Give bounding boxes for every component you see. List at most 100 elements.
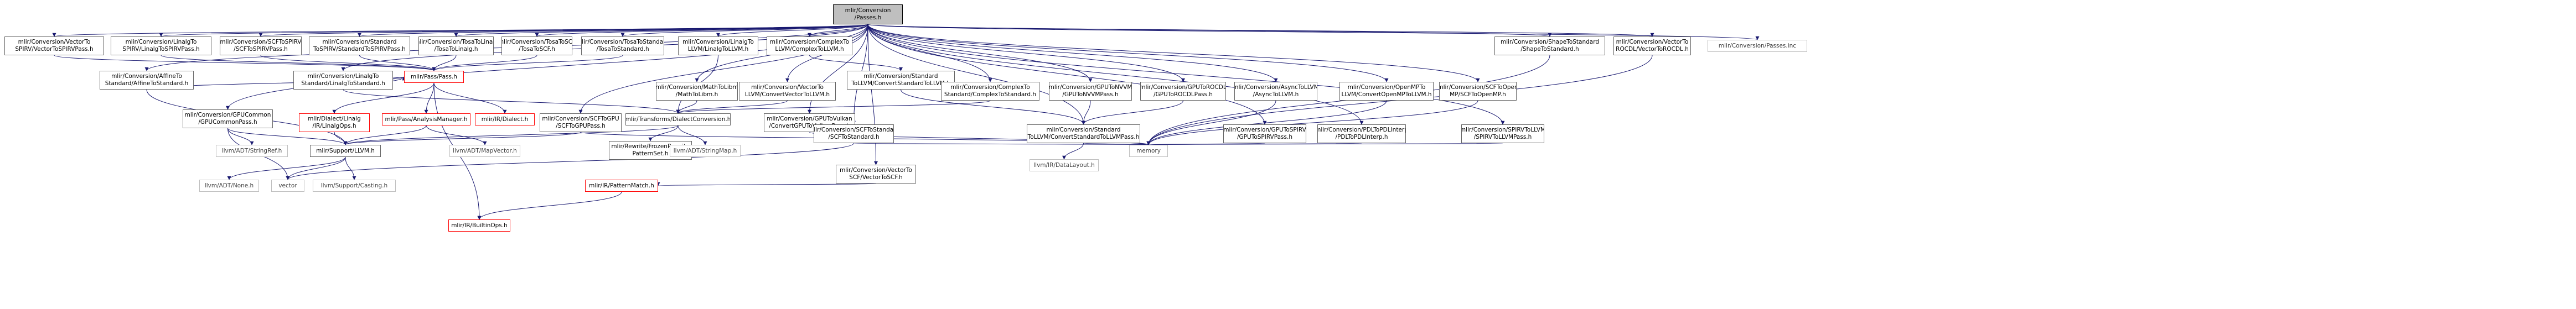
node-mlir-conversion-openmptollvm-convertopenmptollvm-h[interactable]: mlir/Conversion/OpenMPTo LLVM/ConvertOpen… xyxy=(1339,82,1434,101)
node-mlir-conversion-vectortospirv-vectortospirvpass-h[interactable]: mlir/Conversion/VectorTo SPIRV/VectorToSP… xyxy=(4,36,104,55)
node-label-line: mlir/Conversion/VectorTo xyxy=(18,39,91,45)
node-llvm-adt-stringmap-h: llvm/ADT/StringMap.h xyxy=(670,145,741,157)
node-mlir-pass-pass-h[interactable]: mlir/Pass/Pass.h xyxy=(404,71,464,83)
node-mlir-conversion-linalgtollvm-linalgtollvm-h[interactable]: mlir/Conversion/LinalgTo LLVM/LinalgToLLV… xyxy=(678,36,758,55)
node-mlir-transforms-dialectconversion-h[interactable]: mlir/Transforms/DialectConversion.h xyxy=(625,113,731,125)
node-mlir-conversion-scftoopenmp-scftoopenmp-h[interactable]: mlir/Conversion/SCFToOpen MP/SCFToOpenMP.… xyxy=(1439,82,1517,101)
node-mlir-ir-patternmatch-h[interactable]: mlir/IR/PatternMatch.h xyxy=(585,180,658,192)
node-label-line: SPIRV/LinalgToSPIRVPass.h xyxy=(122,46,200,53)
node-label-line: LLVM/ConvertOpenMPToLLVM.h xyxy=(1341,91,1432,98)
node-label-line: mlir/IR/Dialect.h xyxy=(481,116,529,123)
edge-n38-to-n47 xyxy=(345,156,356,180)
node-mlir-conversion-standardtollvm-convertstandardtollvm-h[interactable]: mlir/Conversion/Standard ToLLVM/ConvertSt… xyxy=(847,71,955,90)
node-mlir-conversion-scftospirv-scftospirvpass-h[interactable]: mlir/Conversion/SCFToSPIRV/SCFToSPIRVPas… xyxy=(220,36,302,55)
node-mlir-conversion-vectortollvm-convertvectortollvm-h[interactable]: mlir/Conversion/VectorTo LLVM/ConvertVect… xyxy=(739,82,836,101)
node-mlir-conversion-standardtospirv-standardtospirvpass-h[interactable]: mlir/Conversion/Standard ToSPIRV/Standard… xyxy=(309,36,410,55)
node-label-line: mlir/Conversion/TosaToLinalg xyxy=(419,39,493,45)
edge-n15-to-n28 xyxy=(433,82,507,114)
node-label-line: mlir/Conversion/AffineTo xyxy=(111,73,182,80)
edge-n0-to-n2 xyxy=(159,24,868,37)
node-mlir-conversion-tosatoscf-tosatoscf-h[interactable]: mlir/Conversion/TosaToSCF/TosaToSCF.h xyxy=(501,36,572,55)
node-mlir-conversion-scftogpu-scftogpupass-h[interactable]: mlir/Conversion/SCFToGPU/SCFToGPUPass.h xyxy=(540,113,622,132)
node-label-line: mlir/Conversion/Passes.inc xyxy=(1718,42,1797,49)
node-label-line: /ShapeToStandard.h xyxy=(1520,46,1579,53)
node-mlir-conversion-passes-inc: mlir/Conversion/Passes.inc xyxy=(1708,40,1807,52)
node-mlir-conversion-asynctollvm-asynctollvm-h[interactable]: mlir/Conversion/AsyncToLLVM/AsyncToLLVM.… xyxy=(1234,82,1317,101)
node-label-line: llvm/Support/Casting.h xyxy=(320,182,388,189)
node-mlir-conversion-gputorocdl-gputorocdlpass-h[interactable]: mlir/Conversion/GPUToROCDL/GPUToROCDLPas… xyxy=(1140,82,1226,101)
node-label-line: /GPUToROCDLPass.h xyxy=(1153,91,1213,98)
node-llvm-support-casting-h: llvm/Support/Casting.h xyxy=(313,180,396,192)
node-label-line: LLVM/ComplexToLLVM.h xyxy=(775,46,844,53)
node-mlir-ir-builtinops-h[interactable]: mlir/IR/BuiltinOps.h xyxy=(448,219,510,232)
node-mlir-conversion-gputospirv-gputospirvpass-h[interactable]: mlir/Conversion/GPUToSPIRV/GPUToSPIRVPas… xyxy=(1223,124,1306,143)
node-label-line: /GPUCommonPass.h xyxy=(198,119,257,125)
node-label-line: mlir/Transforms/DialectConversion.h xyxy=(625,116,731,123)
node-label-line: llvm/ADT/StringMap.h xyxy=(673,147,737,154)
edge-n17-to-n30 xyxy=(676,100,788,114)
edge-n14-to-n30 xyxy=(343,89,680,114)
node-label-line: /GPUToSPIRVPass.h xyxy=(1237,134,1292,140)
edge-n24-to-n43 xyxy=(1146,100,1478,145)
node-mlir-conversion-standardtollvm-convertstandardtollvmpass-h[interactable]: mlir/Conversion/Standard ToLLVM/ConvertSt… xyxy=(1027,124,1140,143)
node-label-line: ToSPIRV/StandardToSPIRVPass.h xyxy=(313,46,406,53)
node-label-line: mlir/Conversion/AsyncToLLVM xyxy=(1234,84,1317,91)
node-label-line: /AsyncToLLVM.h xyxy=(1253,91,1299,98)
node-label-line: mlir/Conversion/SCFToSPIRV xyxy=(220,39,302,45)
node-label-line: /SPIRVToLLVMPass.h xyxy=(1473,134,1532,140)
node-mlir-conversion-affinetostandard-affinetostandard-h[interactable]: mlir/Conversion/AffineTo Standard/AffineT… xyxy=(100,71,194,90)
node-llvm-adt-mapvector-h: llvm/ADT/MapVector.h xyxy=(449,145,520,157)
node-mlir-conversion-linalgtospirv-linalgtospirvpass-h[interactable]: mlir/Conversion/LinalgTo SPIRV/LinalgToSP… xyxy=(111,36,211,55)
node-label-line: mlir/Conversion/TosaToSCF xyxy=(501,39,572,45)
node-mlir-conversion-complextollvm-complextollvm-h[interactable]: mlir/Conversion/ComplexTo LLVM/ComplexToL… xyxy=(767,36,852,55)
node-label-line: mlir/Conversion/PDLToPDLInterp xyxy=(1317,127,1406,133)
node-label-line: memory xyxy=(1136,147,1161,154)
node-mlir-conversion-shapetostandard-shapetostandard-h[interactable]: mlir/Conversion/ShapeToStandard/ShapeToS… xyxy=(1494,36,1605,55)
node-label-line: Standard/ComplexToStandard.h xyxy=(944,91,1037,98)
edge-n0-to-n11 xyxy=(867,24,1654,37)
node-mlir-conversion-vectortoscf-vectortoscf-h[interactable]: mlir/Conversion/VectorTo SCF/VectorToSCF.… xyxy=(836,165,916,184)
node-mlir-conversion-linalgtostandard-linalgtostandard-h[interactable]: mlir/Conversion/LinalgTo Standard/LinalgT… xyxy=(293,71,393,90)
node-mlir-conversion-vectortorocdl-vectortorocdl-h[interactable]: mlir/Conversion/VectorTo ROCDL/VectorToRO… xyxy=(1613,36,1691,55)
edge-n3-to-n15 xyxy=(260,55,436,71)
node-label-line: mlir/Conversion/LinalgTo xyxy=(307,73,379,80)
node-label-line: mlir/Conversion xyxy=(845,7,891,14)
node-label-line: mlir/Conversion/ShapeToStandard xyxy=(1500,39,1600,45)
node-mlir-conversion-complextostandard-complextostandard-h[interactable]: mlir/Conversion/ComplexTo Standard/Comple… xyxy=(941,82,1039,101)
edge-n0-to-n3 xyxy=(259,24,868,37)
node-mlir-conversion-tosatostandard-tosatostandard-h[interactable]: mlir/Conversion/TosaToStandard/TosaToSta… xyxy=(581,36,664,55)
node-label-line: mlir/Conversion/SCFToStandard xyxy=(814,127,894,133)
node-label-line: ToLLVM/ConvertStandardToLLVMPass.h xyxy=(1027,134,1140,140)
node-label-line: vector xyxy=(278,182,297,189)
node-label-line: mlir/Pass/AnalysisManager.h xyxy=(385,116,468,123)
node-mlir-dialect-linalg-ir-linalgops-h[interactable]: mlir/Dialect/Linalg/IR/LinalgOps.h xyxy=(299,113,370,132)
root-node: mlir/Conversion/Passes.h xyxy=(833,4,903,24)
node-label-line: mlir/Pass/Pass.h xyxy=(411,73,457,80)
node-mlir-conversion-mathtolibm-mathtolibm-h[interactable]: mlir/Conversion/MathToLibm/MathToLibm.h xyxy=(656,82,738,101)
node-label-line: SCF/VectorToSCF.h xyxy=(849,174,903,181)
node-label-line: mlir/IR/BuiltinOps.h xyxy=(451,222,508,229)
node-label-line: /SCFToSPIRVPass.h xyxy=(234,46,288,53)
node-label-line: /SCFToGPUPass.h xyxy=(556,123,606,129)
node-label-line: mlir/Conversion/VectorTo xyxy=(840,167,912,174)
node-mlir-conversion-pdltopdlinterp-pdltopdlinterp-h[interactable]: mlir/Conversion/PDLToPDLInterp/PDLToPDLI… xyxy=(1317,124,1406,143)
node-mlir-conversion-gpucommon-gpucommonpass-h[interactable]: mlir/Conversion/GPUCommon/GPUCommonPass.… xyxy=(183,109,273,128)
node-mlir-ir-dialect-h[interactable]: mlir/IR/Dialect.h xyxy=(475,113,535,125)
node-label-line: mlir/Conversion/GPUToROCDL xyxy=(1140,84,1226,91)
node-label-line: llvm/ADT/None.h xyxy=(204,182,254,189)
node-vector: vector xyxy=(271,180,304,192)
node-mlir-conversion-spirvtollvm-spirvtollvmpass-h[interactable]: mlir/Conversion/SPIRVToLLVM/SPIRVToLLVMP… xyxy=(1461,124,1544,143)
node-llvm-adt-none-h: llvm/ADT/None.h xyxy=(199,180,259,192)
node-label-line: mlir/Conversion/Standard xyxy=(322,39,397,45)
node-label-line: mlir/Conversion/GPUToNVVM xyxy=(1049,84,1132,91)
node-mlir-conversion-gputonvvm-gputonvvmpass-h[interactable]: mlir/Conversion/GPUToNVVM/GPUToNVVMPass.… xyxy=(1049,82,1132,101)
node-mlir-support-llvm-h[interactable]: mlir/Support/LLVM.h xyxy=(310,145,381,157)
node-label-line: llvm/ADT/MapVector.h xyxy=(453,147,517,154)
node-label-line: Standard/LinalgToStandard.h xyxy=(301,80,385,87)
node-mlir-conversion-tosatolinalg-tosatolinalg-h[interactable]: mlir/Conversion/TosaToLinalg/TosaToLinal… xyxy=(418,36,494,55)
edge-n21-to-n33 xyxy=(1082,100,1183,125)
node-mlir-conversion-scftostandard-scftostandard-h[interactable]: mlir/Conversion/SCFToStandard/SCFToStand… xyxy=(814,124,894,143)
node-label-line: PatternSet.h xyxy=(632,150,669,157)
node-mlir-pass-analysismanager-h[interactable]: mlir/Pass/AnalysisManager.h xyxy=(382,113,470,125)
node-label-line: mlir/Conversion/GPUToVulkan xyxy=(767,116,852,122)
